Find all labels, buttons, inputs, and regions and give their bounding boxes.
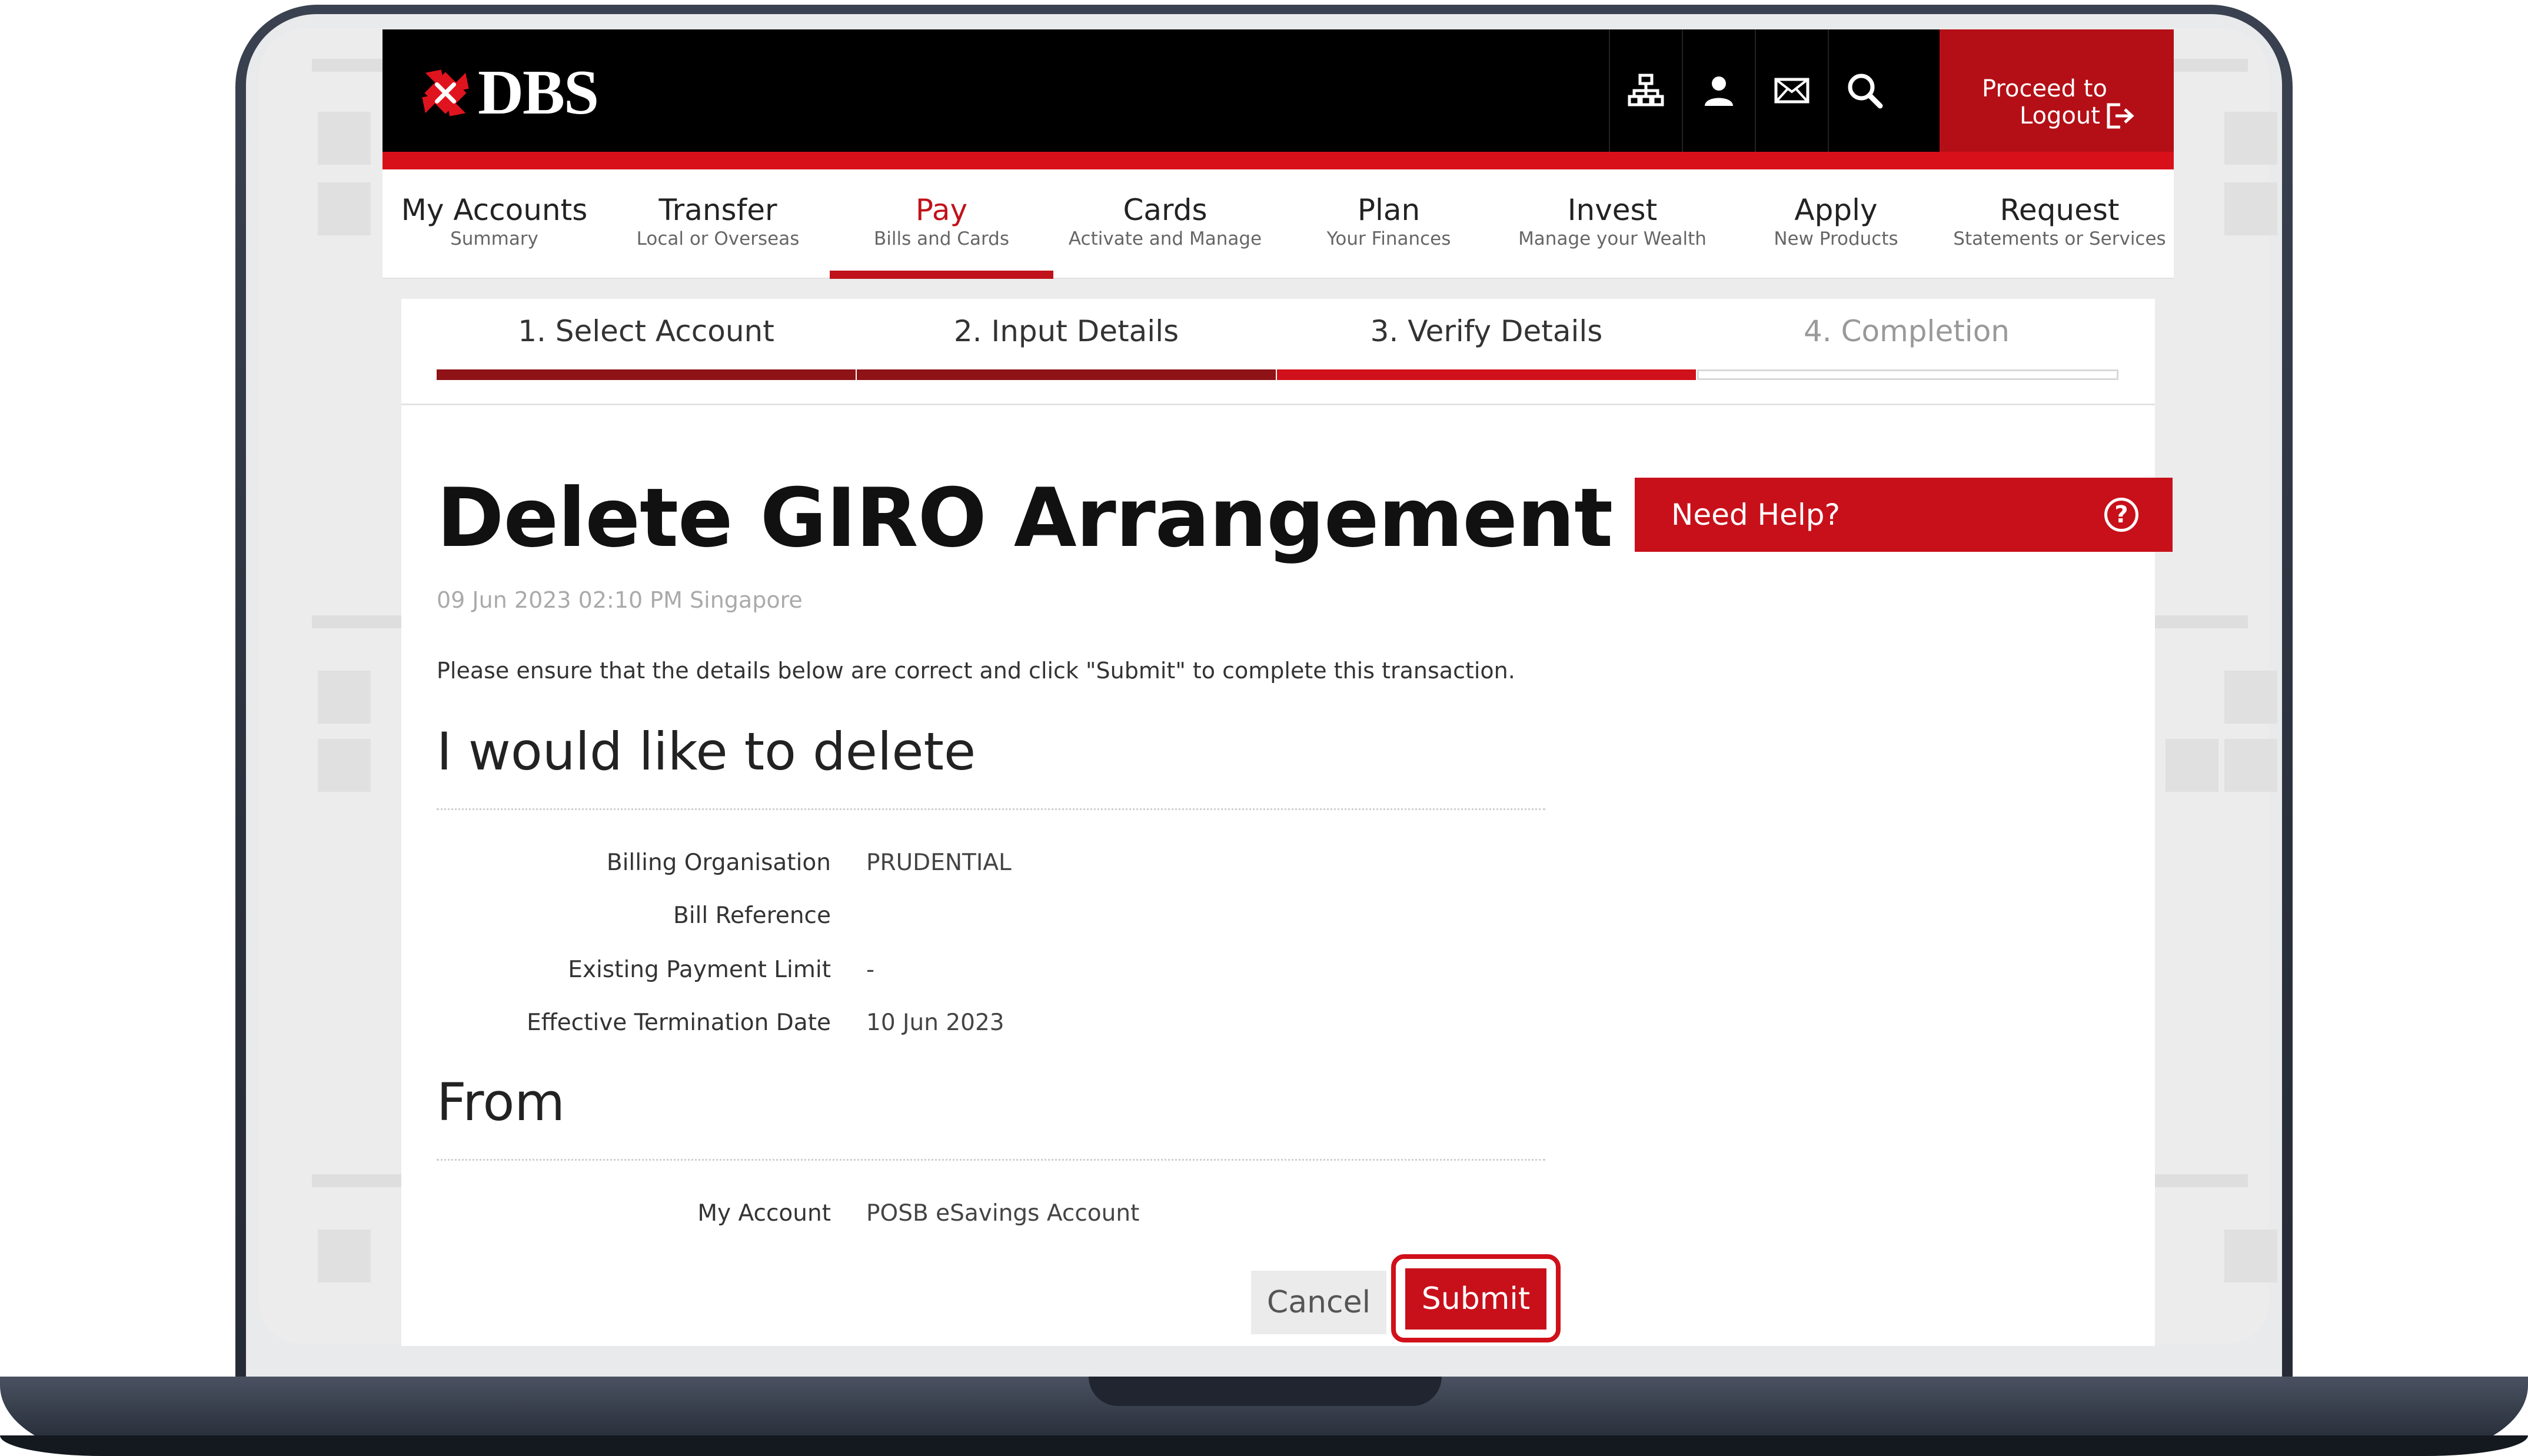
label-bill-reference: Bill Reference	[673, 902, 831, 929]
nav-title: Cards	[1123, 193, 1208, 227]
nav-subtitle: Statements or Services	[1953, 228, 2166, 249]
nav-title: Invest	[1567, 193, 1658, 227]
submit-button[interactable]: Submit	[1405, 1268, 1546, 1330]
step-completion: 4. Completion	[1804, 314, 2010, 348]
nav-subtitle: Summary	[450, 228, 538, 249]
value-existing-payment-limit: -	[866, 957, 875, 983]
logout-line1: Proceed to	[1982, 75, 2107, 102]
nav-transfer[interactable]: Transfer Local or Overseas	[606, 169, 830, 279]
nav-subtitle: Local or Overseas	[636, 228, 800, 249]
nav-title: My Accounts	[401, 193, 588, 227]
value-billing-organisation: PRUDENTIAL	[866, 849, 1012, 876]
label-existing-payment-limit: Existing Payment Limit	[568, 957, 831, 983]
nav-title: Transfer	[658, 193, 777, 227]
search-icon	[1848, 74, 1883, 109]
nav-my-accounts[interactable]: My Accounts Summary	[382, 169, 606, 279]
logout-line2: Logout	[2020, 102, 2100, 129]
laptop-notch	[1089, 1377, 1442, 1406]
nav-plan[interactable]: Plan Your Finances	[1277, 169, 1501, 279]
sitemap-button[interactable]	[1609, 29, 1682, 152]
laptop-base-shadow	[0, 1435, 2528, 1456]
dbs-logo-icon	[422, 69, 469, 116]
nav-subtitle: Your Finances	[1326, 228, 1451, 249]
nav-apply[interactable]: Apply New Products	[1724, 169, 1948, 279]
nav-title: Plan	[1357, 193, 1421, 227]
need-help-button[interactable]: Need Help? ?	[1635, 478, 2173, 552]
step-track-done	[437, 369, 856, 380]
label-my-account: My Account	[697, 1200, 831, 1227]
step-verify-details: 3. Verify Details	[1370, 314, 1603, 348]
step-track-done	[857, 369, 1276, 380]
dbs-logo[interactable]: DBS	[419, 58, 599, 128]
step-track-current	[1277, 369, 1696, 380]
step-input-details: 2. Input Details	[953, 314, 1179, 348]
label-billing-organisation: Billing Organisation	[606, 849, 831, 876]
nav-subtitle: Bills and Cards	[874, 228, 1009, 249]
section-divider	[437, 1159, 1545, 1161]
step-track-todo	[1697, 369, 2118, 380]
instruction-text: Please ensure that the details below are…	[437, 658, 1515, 684]
nav-pay[interactable]: Pay Bills and Cards	[830, 169, 1053, 279]
nav-request[interactable]: Request Statements or Services	[1948, 169, 2171, 279]
user-icon	[1705, 76, 1733, 106]
section-divider	[437, 808, 1545, 810]
content-panel	[401, 299, 2155, 1346]
header-red-strip	[382, 152, 2174, 169]
nav-active-indicator	[830, 271, 1053, 279]
mail-button[interactable]	[1755, 29, 1828, 152]
nav-cards[interactable]: Cards Activate and Manage	[1053, 169, 1277, 279]
page-title: Delete GIRO Arrangement	[437, 471, 1613, 565]
nav-invest[interactable]: Invest Manage your Wealth	[1501, 169, 1724, 279]
nav-title: Pay	[915, 193, 968, 227]
mail-icon	[1774, 78, 1809, 104]
sitemap-icon	[1628, 74, 1664, 106]
value-effective-termination-date: 10 Jun 2023	[866, 1009, 1004, 1036]
logout-label[interactable]: Proceed to Logout	[1982, 75, 2135, 129]
logout-icon	[2107, 103, 2134, 129]
step-select-account: 1. Select Account	[518, 314, 774, 348]
need-help-label: Need Help?	[1671, 498, 1841, 532]
search-button[interactable]	[1828, 29, 1901, 152]
question-circle-icon: ?	[2104, 498, 2138, 532]
main-navigation: My Accounts Summary Transfer Local or Ov…	[382, 169, 2174, 279]
label-effective-termination-date: Effective Termination Date	[527, 1009, 831, 1036]
nav-title: Request	[2000, 193, 2120, 227]
nav-subtitle: Manage your Wealth	[1518, 228, 1707, 249]
section-heading-delete: I would like to delete	[437, 721, 976, 782]
timestamp: 09 Jun 2023 02:10 PM Singapore	[437, 587, 803, 613]
nav-subtitle: Activate and Manage	[1068, 228, 1262, 249]
nav-subtitle: New Products	[1774, 228, 1898, 249]
cancel-button[interactable]: Cancel	[1251, 1271, 1386, 1334]
profile-button[interactable]	[1682, 29, 1755, 152]
steps-divider	[401, 404, 2155, 405]
logo-wordmark: DBS	[478, 58, 599, 128]
nav-title: Apply	[1794, 193, 1878, 227]
value-my-account: POSB eSavings Account	[866, 1200, 1140, 1227]
section-heading-from: From	[437, 1072, 566, 1132]
top-header	[382, 29, 2174, 171]
